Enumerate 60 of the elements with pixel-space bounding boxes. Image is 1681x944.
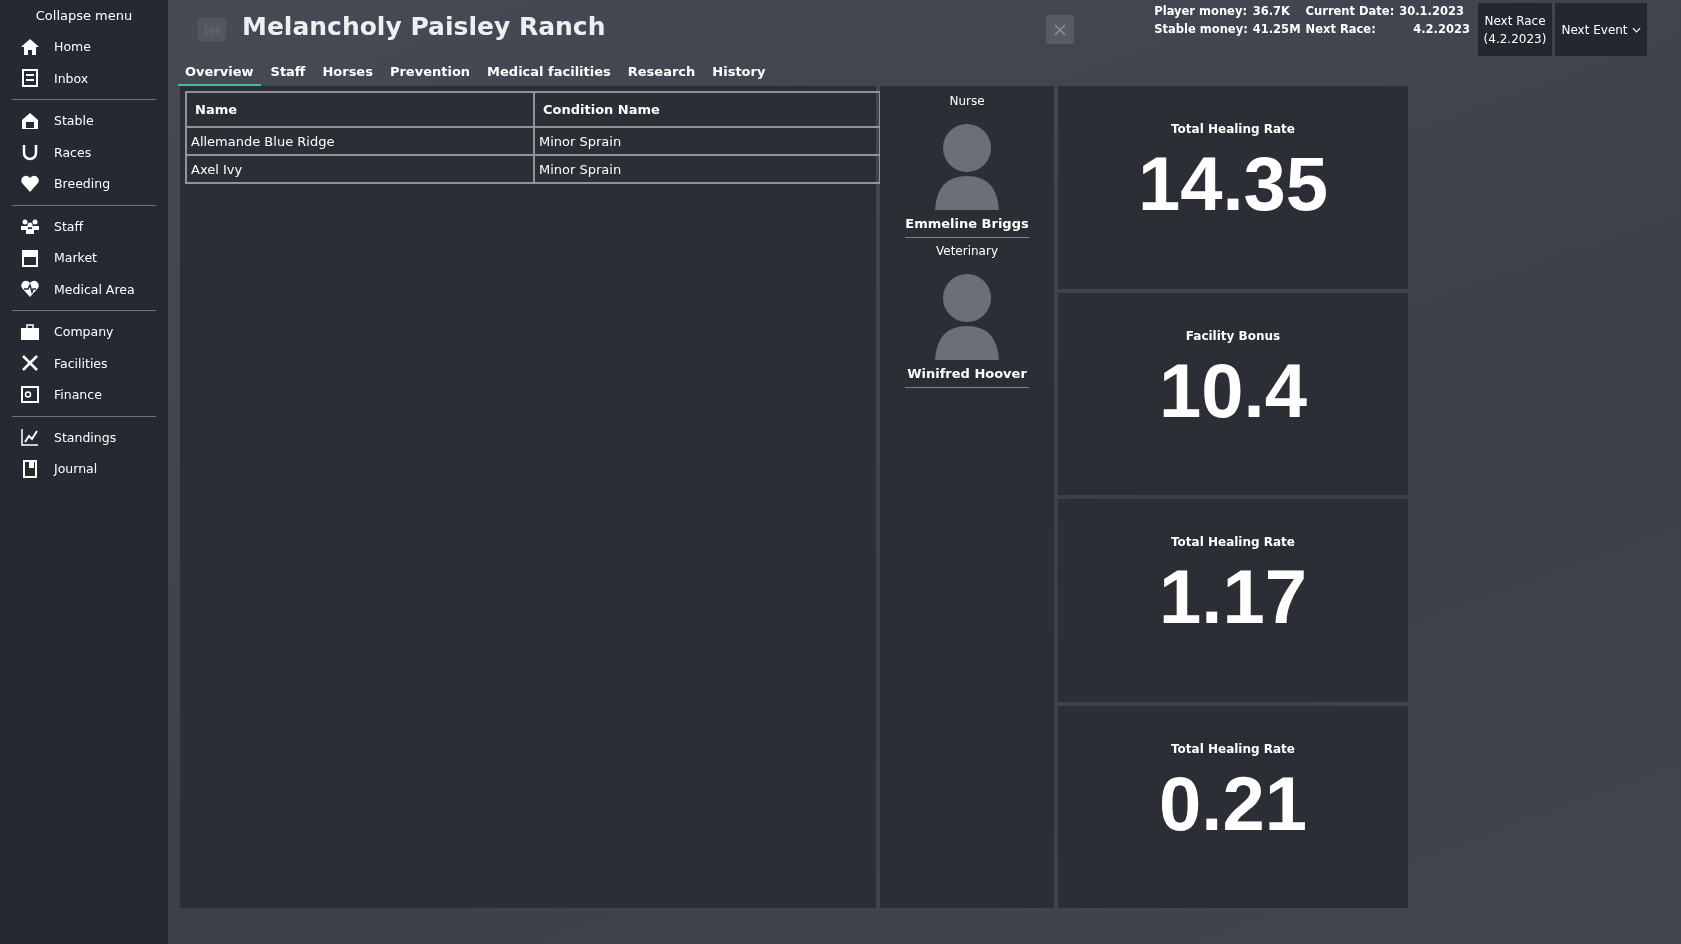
tab[interactable]: Medical facilities [480, 62, 618, 86]
sidebar-item[interactable]: Market [12, 242, 156, 274]
staff-role: Nurse [949, 94, 985, 108]
table-cell: Minor Sprain [534, 155, 880, 183]
sidebar-item[interactable]: Finance [12, 379, 156, 411]
caret-icon [1631, 26, 1641, 33]
close-icon [1052, 21, 1069, 38]
tab[interactable]: History [705, 62, 773, 86]
stat-value: 1.17 [1159, 553, 1307, 640]
sidebar-item[interactable]: Company [12, 316, 156, 348]
player-money-value: 36.7K [1252, 4, 1292, 18]
line-chart-icon [20, 427, 40, 448]
safe-icon [20, 384, 40, 405]
sidebar-item[interactable]: Races [12, 136, 156, 168]
stat-label: Total Healing Rate [1171, 535, 1295, 549]
table-cell: Minor Sprain [534, 127, 880, 155]
sidebar-item[interactable]: Journal [12, 453, 156, 485]
staff-role: Veterinary [936, 244, 998, 258]
sidebar-item[interactable]: Home [12, 31, 156, 63]
stable-money-value: 41.25M [1252, 22, 1301, 36]
tab[interactable]: Horses [315, 62, 380, 86]
tab[interactable]: Staff [263, 62, 313, 86]
stat-value: 14.35 [1137, 140, 1329, 227]
stat-label: Total Healing Rate [1171, 122, 1295, 136]
sidebar-item[interactable]: Inbox [12, 62, 156, 94]
sidebar-item[interactable]: Standings [12, 421, 156, 453]
column-header: Name [186, 92, 534, 127]
tab[interactable]: Research [620, 62, 703, 86]
stat-value: 10.4 [1159, 346, 1307, 434]
sidebar-item[interactable]: Facilities [12, 347, 156, 379]
sidebar-item[interactable]: Breeding [12, 168, 156, 200]
table-cell: Allemande Blue Ridge [186, 127, 534, 155]
stable-money-label: Stable money: [1154, 22, 1248, 36]
tab[interactable]: Prevention [382, 62, 478, 86]
home-icon [20, 36, 40, 57]
page-title: Melancholy Paisley Ranch [242, 12, 606, 41]
inbox-icon [20, 68, 40, 89]
horseshoe-icon [20, 142, 40, 163]
collapse-menu-button[interactable]: Collapse menu [35, 6, 133, 25]
heart-icon [20, 173, 40, 194]
staff-name: Winifred Hoover [907, 366, 1027, 381]
current-date-value: 30.1.2023 [1399, 4, 1465, 18]
current-date-label: Current Date: [1305, 4, 1395, 18]
stat-label: Total Healing Rate [1171, 741, 1295, 756]
next-event-button[interactable]: Next Event [1555, 3, 1647, 56]
stat-label: Facility Bonus [1185, 328, 1281, 343]
next-race-value: 4.2.2023 [1412, 22, 1470, 36]
briefcase-icon [20, 321, 40, 342]
next-race-button[interactable]: Next Race (4.2.2023) [1478, 3, 1552, 56]
staff-name: Emmeline Briggs [905, 216, 1029, 231]
book-icon [20, 458, 40, 479]
sidebar-item[interactable]: Staff [12, 210, 156, 242]
player-money-label: Player money: [1154, 4, 1248, 18]
sidebar-item[interactable]: Medical Area [12, 273, 156, 305]
table-cell: Axel Ivy [186, 155, 534, 183]
stat-value: 0.21 [1159, 759, 1307, 847]
sidebar-item[interactable]: Stable [12, 105, 156, 137]
column-header: Condition Name [534, 92, 880, 127]
next-race-label: Next Race: [1305, 22, 1377, 36]
close-button[interactable] [1046, 15, 1075, 44]
